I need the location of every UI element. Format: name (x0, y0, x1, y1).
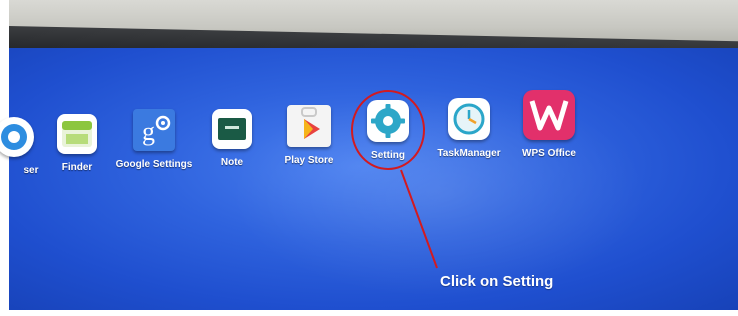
instruction-callout: Click on Setting (440, 273, 554, 290)
photo: ser Finder g Google Settings Note Play S… (0, 0, 738, 316)
pointer-line (400, 169, 438, 269)
